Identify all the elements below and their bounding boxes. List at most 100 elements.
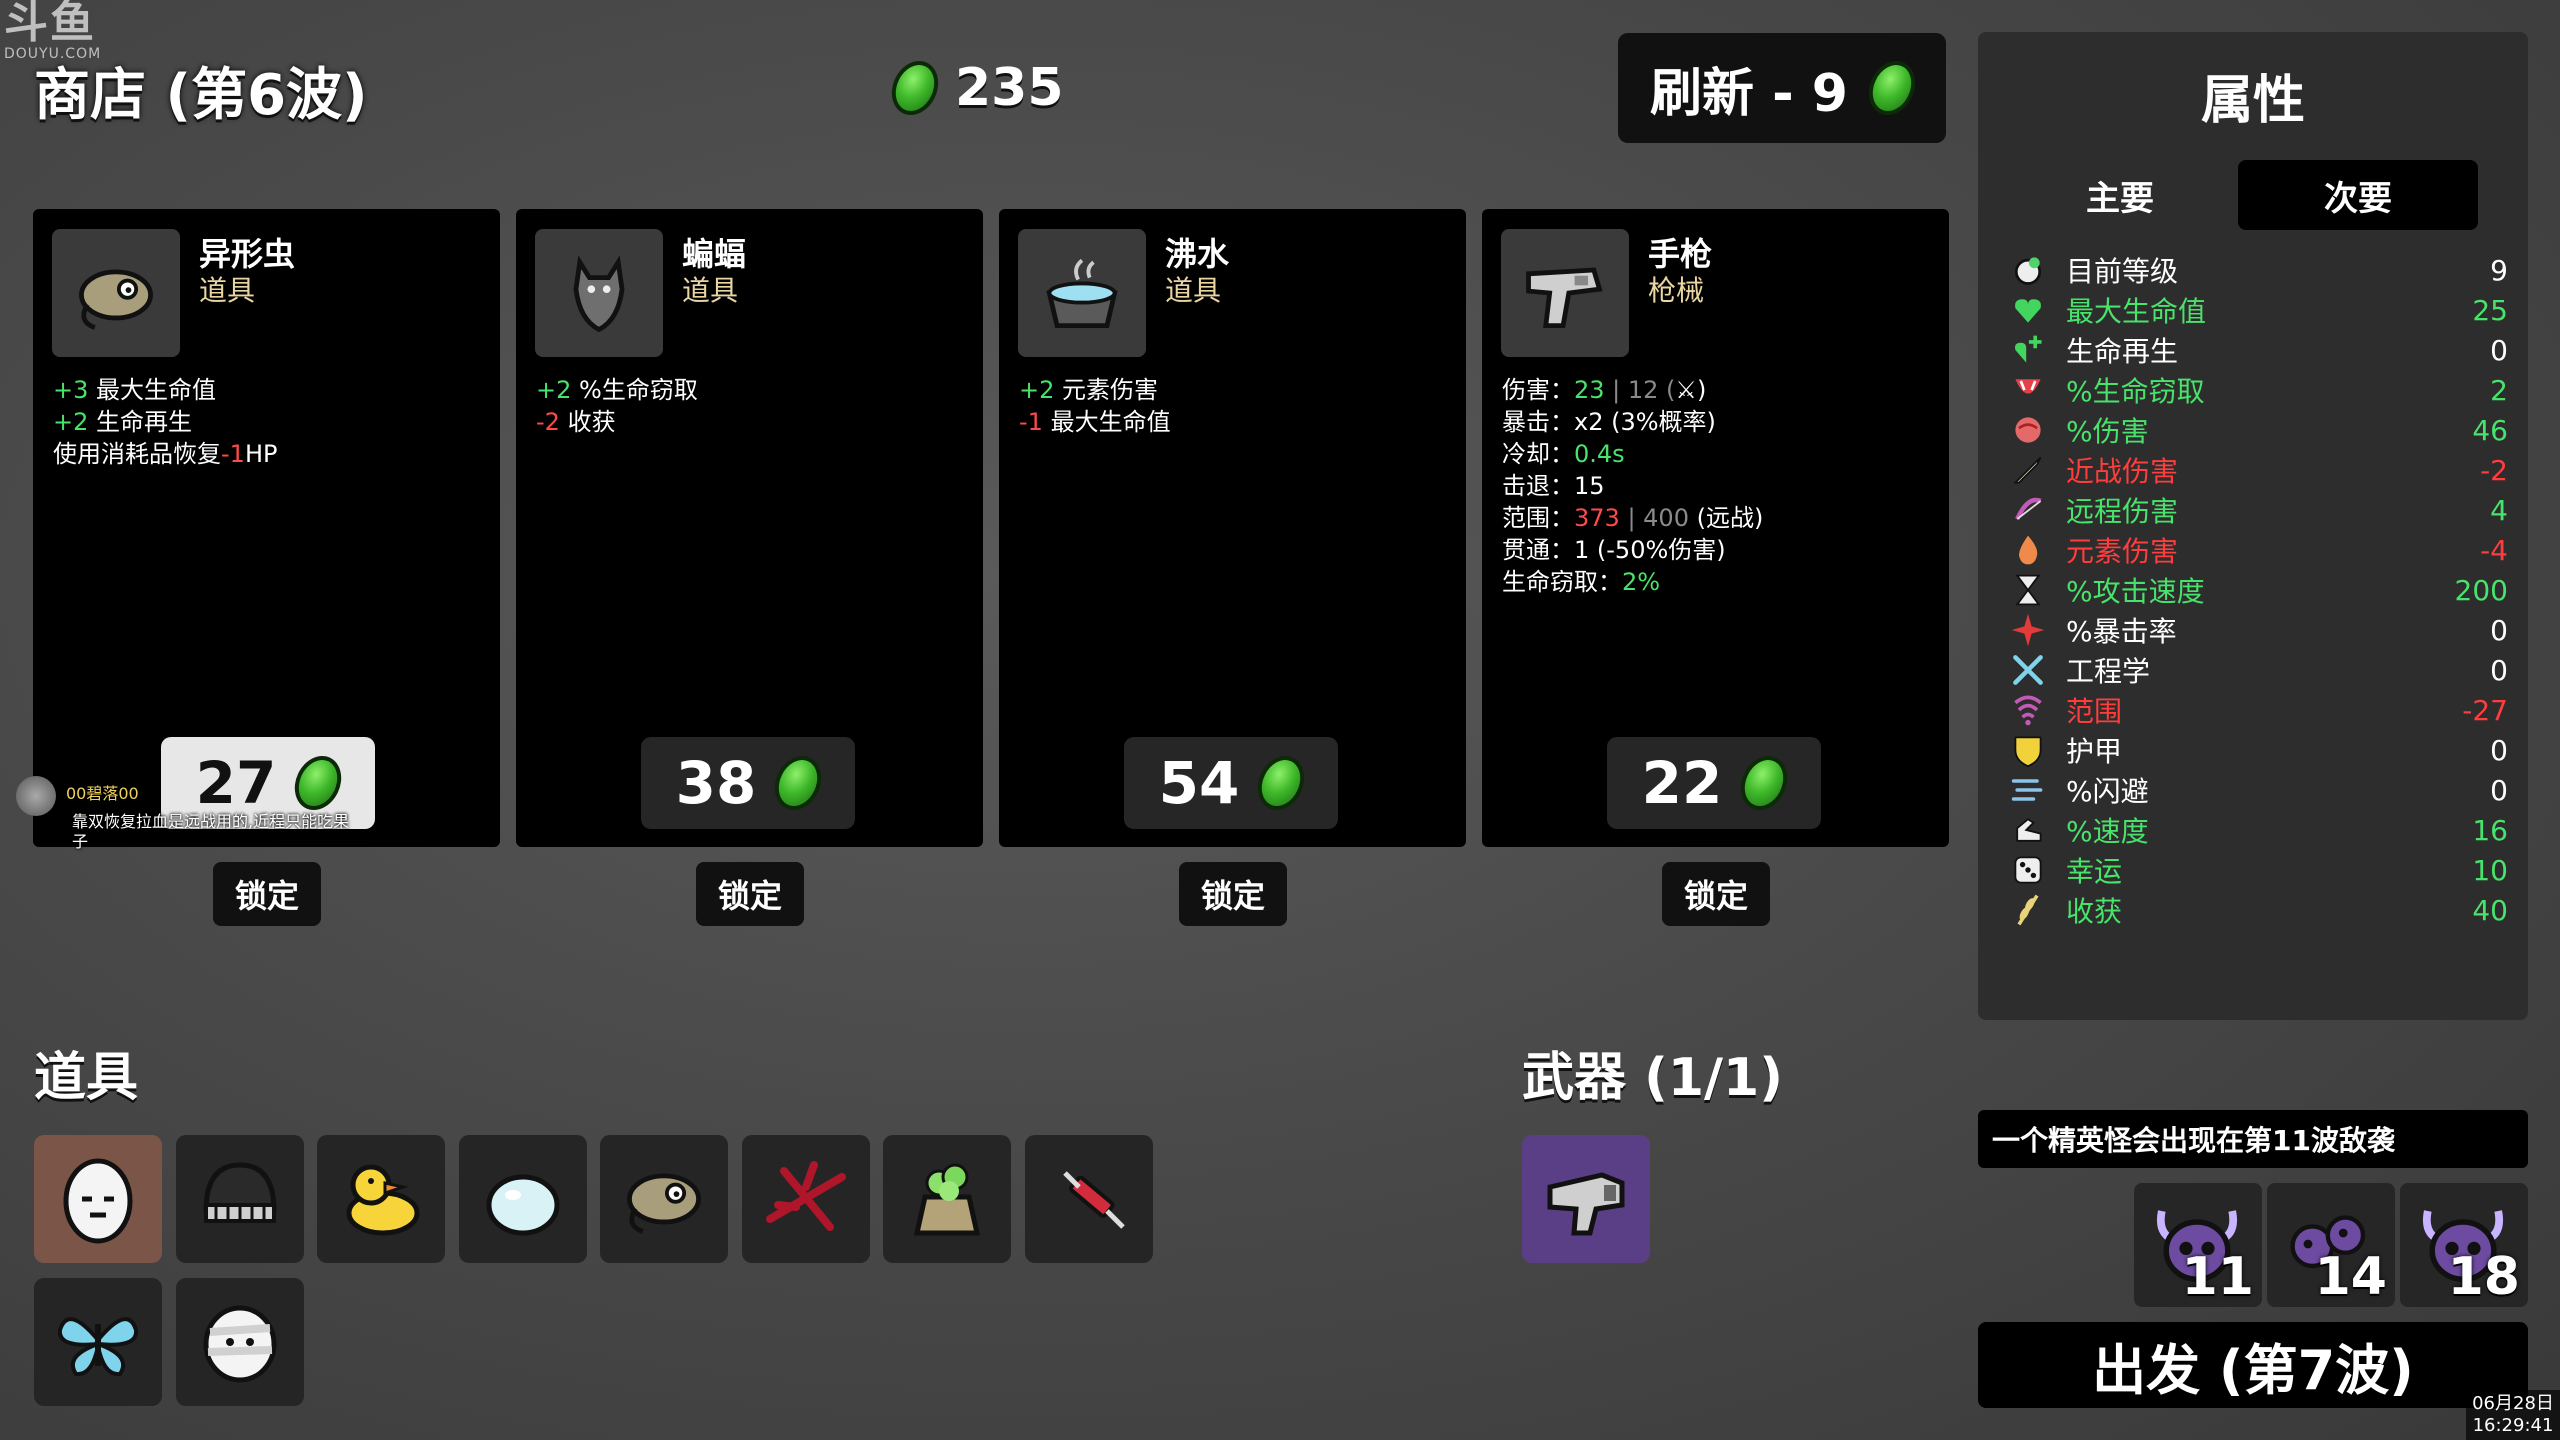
effect-text: 冷却： bbox=[1502, 440, 1574, 468]
stat-row[interactable]: %暴击率 0 bbox=[2008, 610, 2508, 650]
regen-icon bbox=[2008, 330, 2048, 370]
card-item-type: 道具 bbox=[682, 274, 739, 307]
item-slot[interactable] bbox=[458, 1135, 587, 1263]
items-title: 道具 bbox=[34, 1048, 139, 1108]
tab-primary-stats[interactable]: 主要 bbox=[2000, 160, 2240, 230]
stat-value: 0 bbox=[2490, 333, 2508, 367]
stream-clock: 06月28日 16:29:41 bbox=[2466, 1390, 2560, 1440]
buy-price-button[interactable]: 54 bbox=[1124, 737, 1338, 829]
shop-title: 商店 (第6波) bbox=[34, 63, 368, 128]
item-slot[interactable] bbox=[883, 1135, 1011, 1263]
lock-button[interactable]: 锁定 bbox=[1662, 862, 1770, 926]
stat-row[interactable]: %闪避 0 bbox=[2008, 770, 2508, 810]
enemy-count: 18 bbox=[2447, 1247, 2520, 1307]
crit-icon bbox=[2008, 610, 2048, 650]
go-next-wave-button[interactable]: 出发 (第7波) bbox=[1978, 1322, 2528, 1408]
stat-row[interactable]: 幸运 10 bbox=[2008, 850, 2508, 890]
effect-line: 贯通：1 (-50%伤害) bbox=[1502, 534, 1763, 566]
lock-button[interactable]: 锁定 bbox=[696, 862, 804, 926]
egg-icon bbox=[48, 1147, 148, 1251]
enemy-preview[interactable]: 14 bbox=[2267, 1183, 2395, 1307]
shop-card[interactable]: 沸水 道具 +2 元素伤害 -1 最大生命值 54 bbox=[999, 209, 1466, 847]
enemy-preview[interactable]: 18 bbox=[2400, 1183, 2528, 1307]
speed-icon bbox=[2008, 810, 2048, 850]
stat-label: 幸运 bbox=[2066, 855, 2123, 888]
item-slot[interactable] bbox=[1024, 1135, 1153, 1263]
price-value: 38 bbox=[675, 749, 757, 817]
stat-row[interactable]: %生命窃取 2 bbox=[2008, 370, 2508, 410]
lock-button[interactable]: 锁定 bbox=[1179, 862, 1287, 926]
item-slot[interactable] bbox=[34, 1278, 162, 1406]
effect-text: | 400 bbox=[1619, 504, 1689, 532]
stat-value: -2 bbox=[2480, 453, 2508, 487]
tab-secondary-stats[interactable]: 次要 bbox=[2238, 160, 2478, 230]
shop-card[interactable]: 手枪 枪械 伤害：23 | 12 (⚔) 暴击：x2 (3%概率) 冷却：0.4s 击退：… bbox=[1482, 209, 1949, 847]
effect-text: 生命再生 bbox=[88, 408, 193, 436]
plant-sack-icon bbox=[897, 1147, 997, 1251]
effect-text: ) bbox=[1696, 376, 1707, 404]
stat-row[interactable]: 范围 -27 bbox=[2008, 690, 2508, 730]
buy-price-button[interactable]: 38 bbox=[641, 737, 855, 829]
reroll-button[interactable]: 刷新 - 9 bbox=[1618, 33, 1946, 143]
stat-value: -4 bbox=[2480, 533, 2508, 567]
item-slot[interactable] bbox=[317, 1135, 445, 1263]
effect-text: +2 bbox=[1019, 376, 1055, 404]
boiling-water-icon bbox=[1018, 229, 1146, 357]
alien-worm-icon bbox=[616, 1149, 712, 1249]
effect-text: 最大生命值 bbox=[88, 376, 217, 404]
card-effects: +2 %生命窃取 -2 收获 bbox=[536, 374, 698, 438]
stat-value: 0 bbox=[2490, 613, 2508, 647]
price-value: 22 bbox=[1641, 749, 1723, 817]
stat-value: 25 bbox=[2472, 293, 2508, 327]
stat-label: 最大生命值 bbox=[2066, 295, 2207, 328]
card-effects: +2 元素伤害 -1 最大生命值 bbox=[1019, 374, 1171, 438]
stat-value: 16 bbox=[2472, 813, 2508, 847]
stat-row[interactable]: %速度 16 bbox=[2008, 810, 2508, 850]
effect-text: 0.4s bbox=[1574, 440, 1625, 468]
stat-row[interactable]: 目前等级 9 bbox=[2008, 250, 2508, 290]
item-slot[interactable] bbox=[741, 1135, 870, 1263]
lock-button[interactable]: 锁定 bbox=[213, 862, 321, 926]
engineering-icon bbox=[2008, 650, 2048, 690]
armor-icon bbox=[2008, 730, 2048, 770]
card-effects: 伤害：23 | 12 (⚔) 暴击：x2 (3%概率) 冷却：0.4s 击退：15 范围… bbox=[1502, 374, 1763, 598]
shop-card[interactable]: 异形虫 道具 +3 最大生命值 +2 生命再生 使用消耗品恢复-1HP 27 bbox=[33, 209, 500, 847]
effect-text: | 12 ( bbox=[1604, 376, 1676, 404]
stat-row[interactable]: 生命再生 0 bbox=[2008, 330, 2508, 370]
stats-panel: 属性 主要 次要 目前等级 9 最大生命值 25 生命再生 0 %生命窃取 2 %伤害 46 近战伤… bbox=[1978, 32, 2528, 1020]
stat-row[interactable]: 工程学 0 bbox=[2008, 650, 2508, 690]
stat-value: 0 bbox=[2490, 773, 2508, 807]
chat-text: 靠双恢复拉血是远战用的,近程只能吃果子 bbox=[72, 812, 350, 851]
effect-line: 击退：15 bbox=[1502, 470, 1763, 502]
effect-text: +2 bbox=[536, 376, 572, 404]
item-slot[interactable] bbox=[175, 1135, 304, 1263]
material-coin-icon bbox=[1732, 748, 1797, 818]
buy-price-button[interactable]: 22 bbox=[1607, 737, 1821, 829]
stat-value: 4 bbox=[2490, 493, 2508, 527]
material-coin-icon bbox=[1860, 53, 1924, 123]
stat-row[interactable]: 最大生命值 25 bbox=[2008, 290, 2508, 330]
stat-row[interactable]: %伤害 46 bbox=[2008, 410, 2508, 450]
effect-text: 贯通：1 (-50%伤害) bbox=[1502, 536, 1726, 564]
effect-text: 元素伤害 bbox=[1054, 376, 1159, 404]
effect-line: 暴击：x2 (3%概率) bbox=[1502, 406, 1763, 438]
effect-text: 伤害： bbox=[1502, 376, 1574, 404]
bat-icon bbox=[535, 229, 663, 357]
enemy-preview[interactable]: 11 bbox=[2134, 1183, 2262, 1307]
stat-label: %攻击速度 bbox=[2066, 575, 2205, 608]
stat-row[interactable]: %攻击速度 200 bbox=[2008, 570, 2508, 610]
item-slot[interactable] bbox=[600, 1135, 728, 1263]
item-slot[interactable] bbox=[34, 1135, 162, 1263]
stat-row[interactable]: 元素伤害 -4 bbox=[2008, 530, 2508, 570]
item-slot[interactable] bbox=[175, 1278, 304, 1406]
effect-text: +3 bbox=[53, 376, 89, 404]
stat-row[interactable]: 近战伤害 -2 bbox=[2008, 450, 2508, 490]
stat-label: 生命再生 bbox=[2066, 335, 2179, 368]
stat-row[interactable]: 护甲 0 bbox=[2008, 730, 2508, 770]
stat-value: 10 bbox=[2472, 853, 2508, 887]
shop-card[interactable]: 蝙蝠 道具 +2 %生命窃取 -2 收获 38 bbox=[516, 209, 983, 847]
weapon-slot-pistol[interactable] bbox=[1522, 1135, 1650, 1263]
effect-text: 击退：15 bbox=[1502, 472, 1605, 500]
stat-row[interactable]: 远程伤害 4 bbox=[2008, 490, 2508, 530]
stat-row[interactable]: 收获 40 bbox=[2008, 890, 2508, 930]
